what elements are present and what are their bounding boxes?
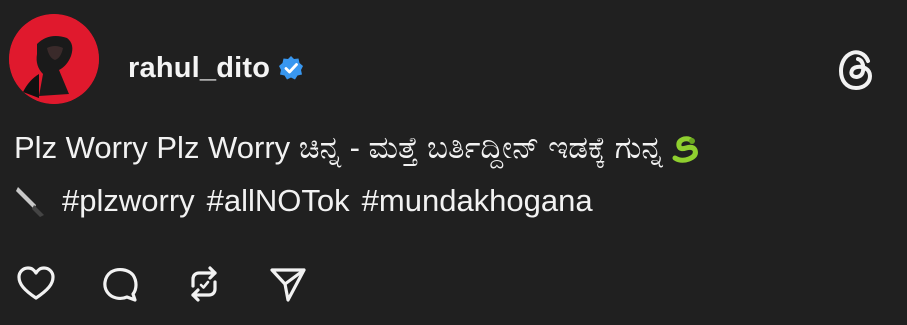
share-button[interactable] — [266, 262, 310, 306]
username[interactable]: rahul_dito — [128, 52, 270, 85]
post-actions — [14, 262, 350, 306]
repost-button[interactable] — [182, 262, 226, 306]
knife-emoji-icon — [14, 183, 48, 230]
verified-badge-icon — [278, 55, 304, 81]
threads-logo-icon[interactable] — [835, 46, 879, 94]
threads-post-card: rahul_dito Plz Worry Plz Worry ಚಿನ್ನ - ಮ… — [0, 0, 907, 325]
post-text-line-1: Plz Worry Plz Worry ಚಿನ್ನ - ಮತ್ತೆ ಬರ್ತಿದ… — [14, 124, 894, 177]
post-text: Plz Worry Plz Worry ಚಿನ್ನ - ಮತ್ತೆ ಬರ್ತಿದ… — [14, 124, 894, 230]
hashtag[interactable]: #mundakhogana — [362, 183, 593, 218]
post-caption: Plz Worry Plz Worry ಚಿನ್ನ - ಮತ್ತೆ ಬರ್ತಿದ… — [14, 130, 663, 165]
profile-photo — [9, 14, 99, 104]
snake-emoji-icon — [671, 130, 701, 177]
repost-icon — [191, 266, 217, 302]
heart-icon — [17, 266, 55, 300]
post-text-line-2: #plzworry #allNOTok #mundakhogana — [14, 177, 894, 230]
hashtag[interactable]: #allNOTok — [207, 183, 350, 218]
post-header: rahul_dito — [128, 48, 304, 88]
avatar[interactable] — [9, 14, 99, 104]
like-button[interactable] — [14, 262, 58, 306]
comment-button[interactable] — [98, 262, 142, 306]
comment-icon — [103, 268, 138, 302]
hashtag[interactable]: #plzworry — [62, 183, 195, 218]
send-icon — [270, 268, 306, 302]
